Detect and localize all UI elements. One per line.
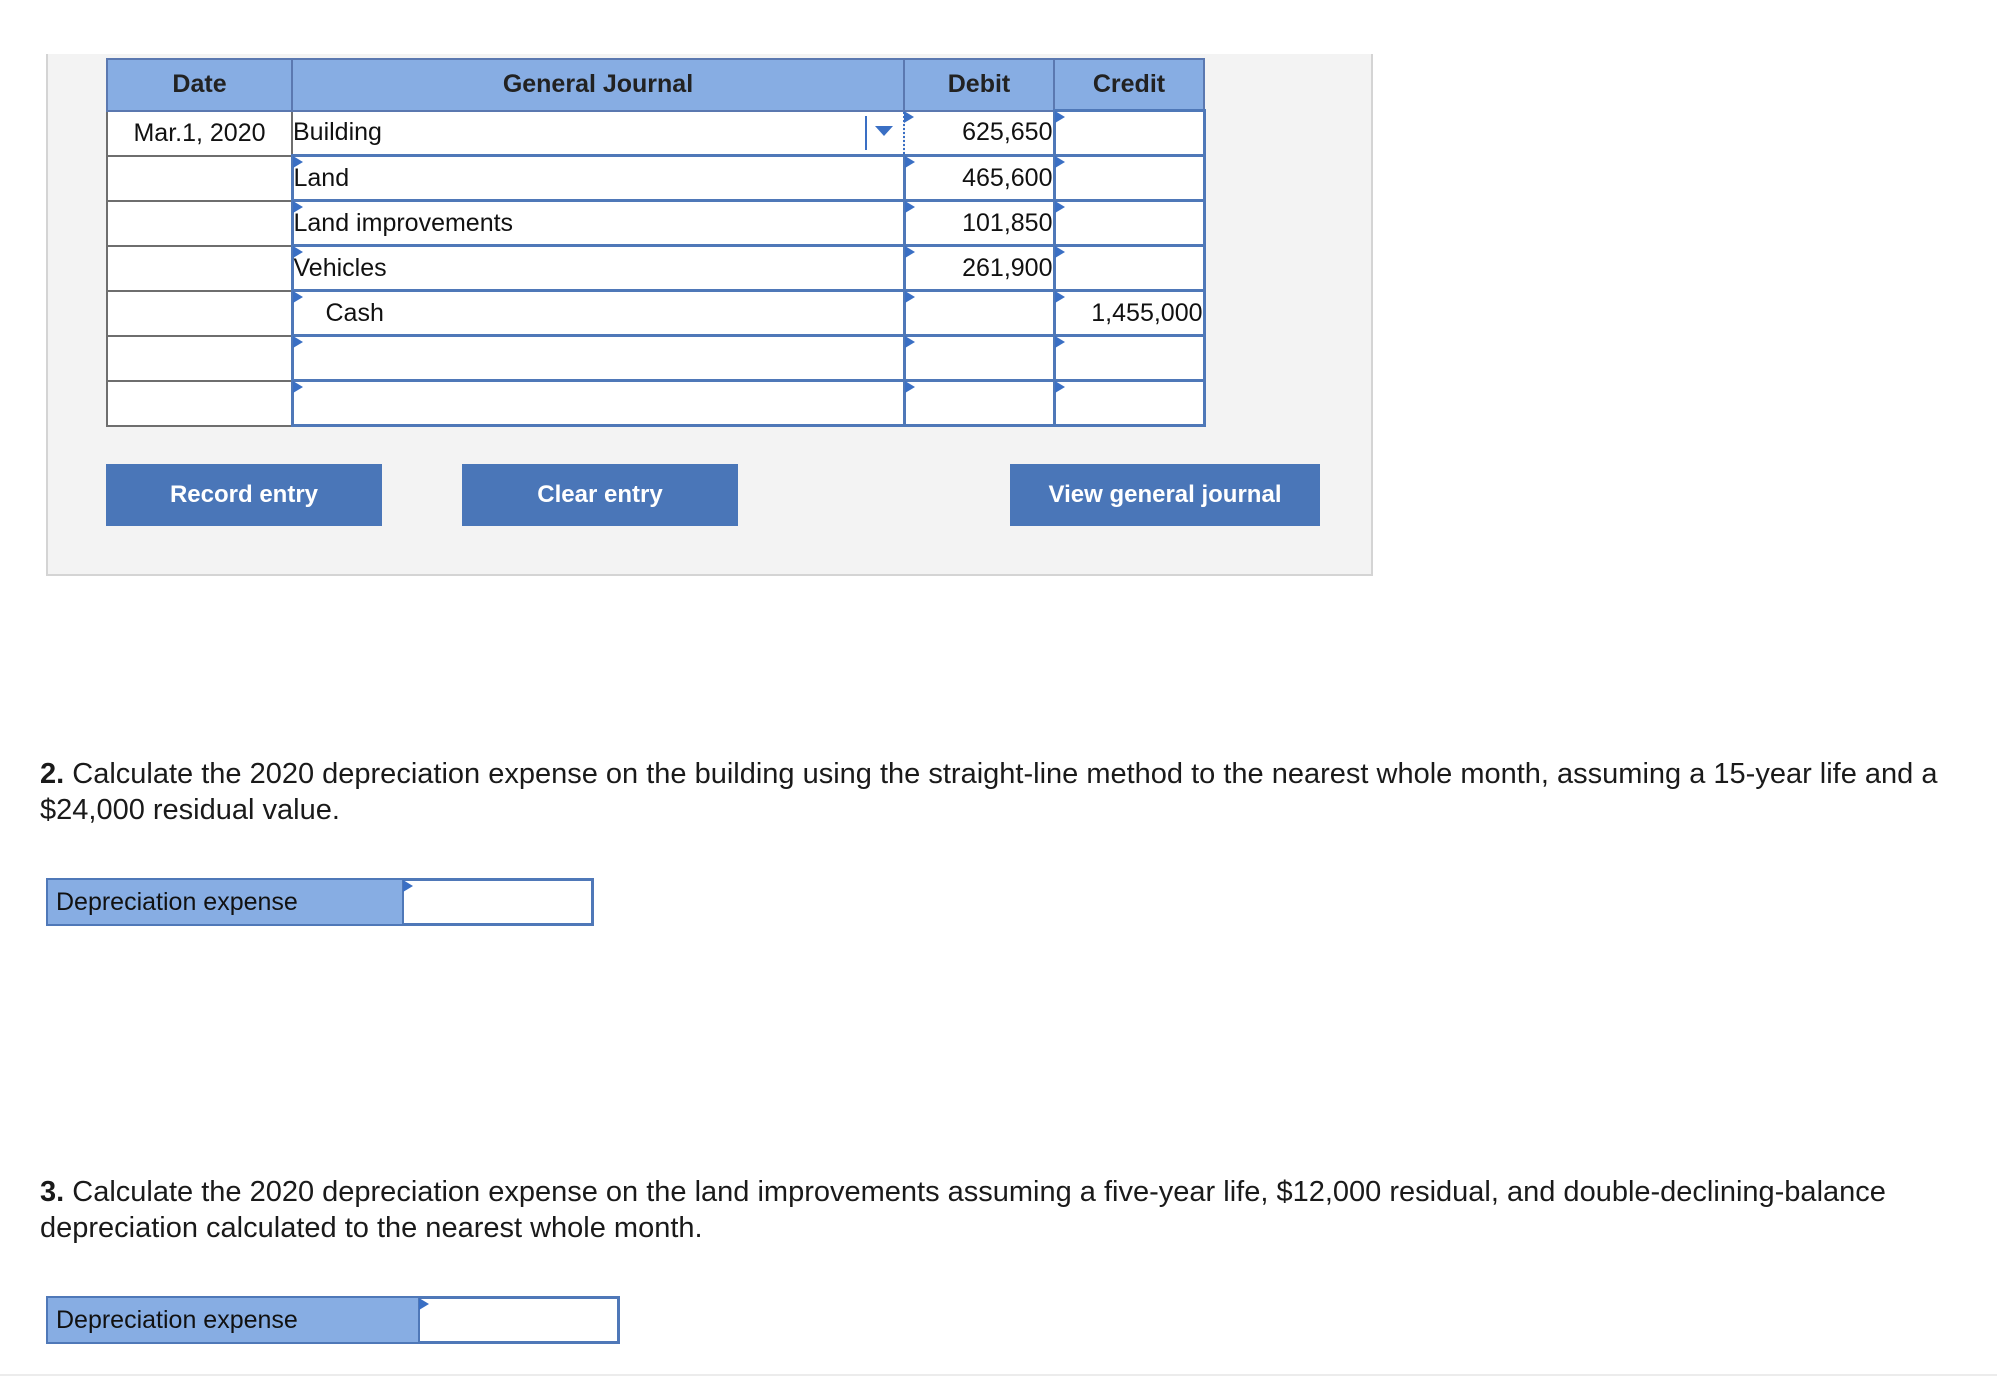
chevron-down-icon[interactable]: [875, 125, 893, 136]
debit-input[interactable]: [902, 289, 1056, 337]
question-3: 3. Calculate the 2020 depreciation expen…: [40, 1174, 1940, 1246]
credit-input[interactable]: 1,455,000: [1052, 289, 1206, 337]
input-marker-icon: [292, 246, 303, 258]
input-marker-icon: [904, 381, 915, 393]
input-marker-icon: [403, 880, 413, 892]
journal-header-row: Date General Journal Debit Credit: [106, 58, 1205, 112]
input-marker-icon: [904, 110, 914, 123]
input-marker-icon: [904, 246, 915, 258]
depreciation-expense-input[interactable]: [419, 1296, 620, 1344]
journal-row: Mar.1, 2020 Building 625,650: [106, 109, 1206, 157]
account-select[interactable]: Cash: [290, 289, 906, 337]
input-marker-icon: [1054, 381, 1065, 393]
question-2: 2. Calculate the 2020 depreciation expen…: [40, 756, 1940, 828]
input-marker-icon: [904, 156, 915, 168]
journal-row: Land improvements 101,850: [106, 199, 1206, 247]
question-number: 3.: [40, 1176, 65, 1208]
general-journal-table: Date General Journal Debit Credit Mar.1,…: [106, 58, 1206, 427]
account-select[interactable]: Vehicles: [290, 244, 906, 292]
date-cell: [106, 244, 293, 292]
question-text: Calculate the 2020 depreciation expense …: [40, 758, 1938, 826]
input-marker-icon: [292, 291, 303, 303]
input-marker-icon: [1054, 201, 1065, 213]
credit-column-header: Credit: [1053, 58, 1205, 112]
dropdown-separator: [865, 115, 867, 150]
debit-input[interactable]: 101,850: [902, 199, 1056, 247]
date-column-header: Date: [106, 58, 293, 112]
account-value: Building: [293, 118, 382, 147]
account-select[interactable]: Building: [291, 109, 905, 157]
input-marker-icon: [292, 336, 303, 348]
answer-row-q2: Depreciation expense: [46, 878, 594, 926]
account-select[interactable]: [290, 334, 906, 382]
input-marker-icon: [1054, 156, 1065, 168]
account-select[interactable]: [290, 379, 906, 427]
debit-input[interactable]: [902, 379, 1056, 427]
divider: [0, 1374, 1997, 1376]
journal-row: [106, 334, 1206, 382]
credit-input[interactable]: [1052, 334, 1206, 382]
input-marker-icon: [292, 381, 303, 393]
answer-row-q3: Depreciation expense: [46, 1296, 620, 1344]
debit-input[interactable]: 465,600: [902, 154, 1056, 202]
debit-column-header: Debit: [903, 58, 1055, 112]
date-cell: [106, 289, 293, 337]
credit-input[interactable]: [1052, 199, 1206, 247]
question-number: 2.: [40, 758, 65, 790]
input-marker-icon: [292, 156, 303, 168]
input-marker-icon: [904, 201, 915, 213]
journal-column-header: General Journal: [291, 58, 905, 112]
journal-row: Vehicles 261,900: [106, 244, 1206, 292]
credit-input[interactable]: [1052, 379, 1206, 427]
depreciation-expense-input[interactable]: [403, 878, 594, 926]
input-marker-icon: [904, 336, 915, 348]
date-cell: [106, 334, 293, 382]
debit-input[interactable]: 625,650: [903, 109, 1055, 157]
debit-input[interactable]: [902, 334, 1056, 382]
input-marker-icon: [1054, 111, 1065, 123]
view-general-journal-button[interactable]: View general journal: [1010, 464, 1320, 526]
input-marker-icon: [1054, 246, 1065, 258]
date-cell: [106, 199, 293, 247]
clear-entry-button[interactable]: Clear entry: [462, 464, 738, 526]
date-cell: Mar.1, 2020: [106, 109, 293, 157]
account-select[interactable]: Land improvements: [290, 199, 906, 247]
input-marker-icon: [419, 1298, 429, 1310]
credit-input[interactable]: [1052, 154, 1206, 202]
question-text: Calculate the 2020 depreciation expense …: [40, 1176, 1886, 1244]
answer-label: Depreciation expense: [46, 1296, 420, 1344]
journal-row: Cash 1,455,000: [106, 289, 1206, 337]
input-marker-icon: [1054, 336, 1065, 348]
date-cell: [106, 379, 293, 427]
journal-row: [106, 379, 1206, 427]
input-marker-icon: [904, 291, 915, 303]
input-marker-icon: [292, 201, 303, 213]
input-marker-icon: [1054, 291, 1065, 303]
credit-input[interactable]: [1052, 109, 1206, 157]
credit-input[interactable]: [1052, 244, 1206, 292]
record-entry-button[interactable]: Record entry: [106, 464, 382, 526]
journal-entry-panel: Date General Journal Debit Credit Mar.1,…: [46, 54, 1373, 576]
answer-label: Depreciation expense: [46, 878, 404, 926]
debit-input[interactable]: 261,900: [902, 244, 1056, 292]
date-cell: [106, 154, 293, 202]
journal-row: Land 465,600: [106, 154, 1206, 202]
account-select[interactable]: Land: [290, 154, 906, 202]
